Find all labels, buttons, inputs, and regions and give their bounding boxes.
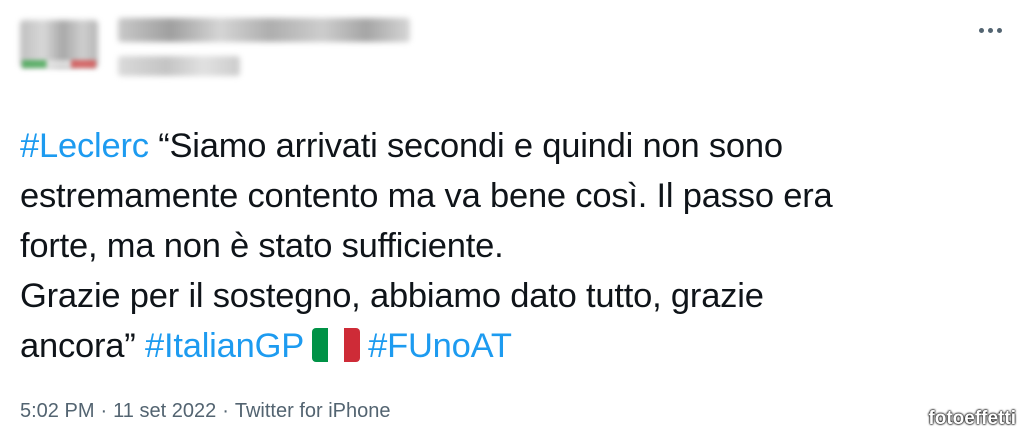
handle-redacted[interactable] bbox=[118, 56, 240, 76]
tweet-date: 11 set 2022 bbox=[113, 400, 217, 422]
separator: · bbox=[100, 400, 108, 422]
tweet-source-link[interactable]: Twitter for iPhone bbox=[235, 400, 391, 422]
tweet-line-5: ancora” #ItalianGP #FUnoAT bbox=[20, 321, 1000, 371]
tweet-line-text: “Siamo arrivati secondi e quindi non son… bbox=[148, 127, 783, 165]
hashtag-funoat[interactable]: #FUnoAT bbox=[368, 327, 512, 365]
tweet-text: #Leclerc “Siamo arrivati secondi e quind… bbox=[20, 121, 1000, 371]
more-options-button[interactable] bbox=[972, 16, 1008, 44]
tweet-line-3: forte, ma non è stato sufficiente. bbox=[20, 227, 504, 265]
tweet-time-link[interactable]: 5:02 PM · 11 set 2022 bbox=[20, 400, 216, 422]
more-dot-icon bbox=[987, 27, 993, 33]
more-dot-icon bbox=[996, 27, 1002, 33]
separator: · bbox=[222, 400, 229, 422]
tweet-time: 5:02 PM bbox=[20, 400, 95, 422]
more-dot-icon bbox=[978, 27, 984, 33]
tweet-metadata: 5:02 PM · 11 set 2022 · Twitter for iPhone bbox=[20, 400, 391, 423]
tweet-line-1: #Leclerc “Siamo arrivati secondi e quind… bbox=[20, 121, 1000, 171]
hashtag-leclerc[interactable]: #Leclerc bbox=[20, 127, 149, 165]
italy-flag-icon bbox=[312, 327, 361, 362]
hashtag-italiangp[interactable]: #ItalianGP bbox=[145, 327, 304, 365]
tweet-line-text: ancora” bbox=[20, 327, 145, 365]
tweet-line-2: estremamente contento ma va bene così. I… bbox=[20, 177, 833, 215]
avatar-flag-strip bbox=[22, 60, 96, 68]
watermark: fotoeffetti bbox=[928, 408, 1016, 429]
display-name-redacted[interactable] bbox=[118, 18, 410, 42]
tweet-line-4: Grazie per il sostegno, abbiamo dato tut… bbox=[20, 277, 764, 315]
